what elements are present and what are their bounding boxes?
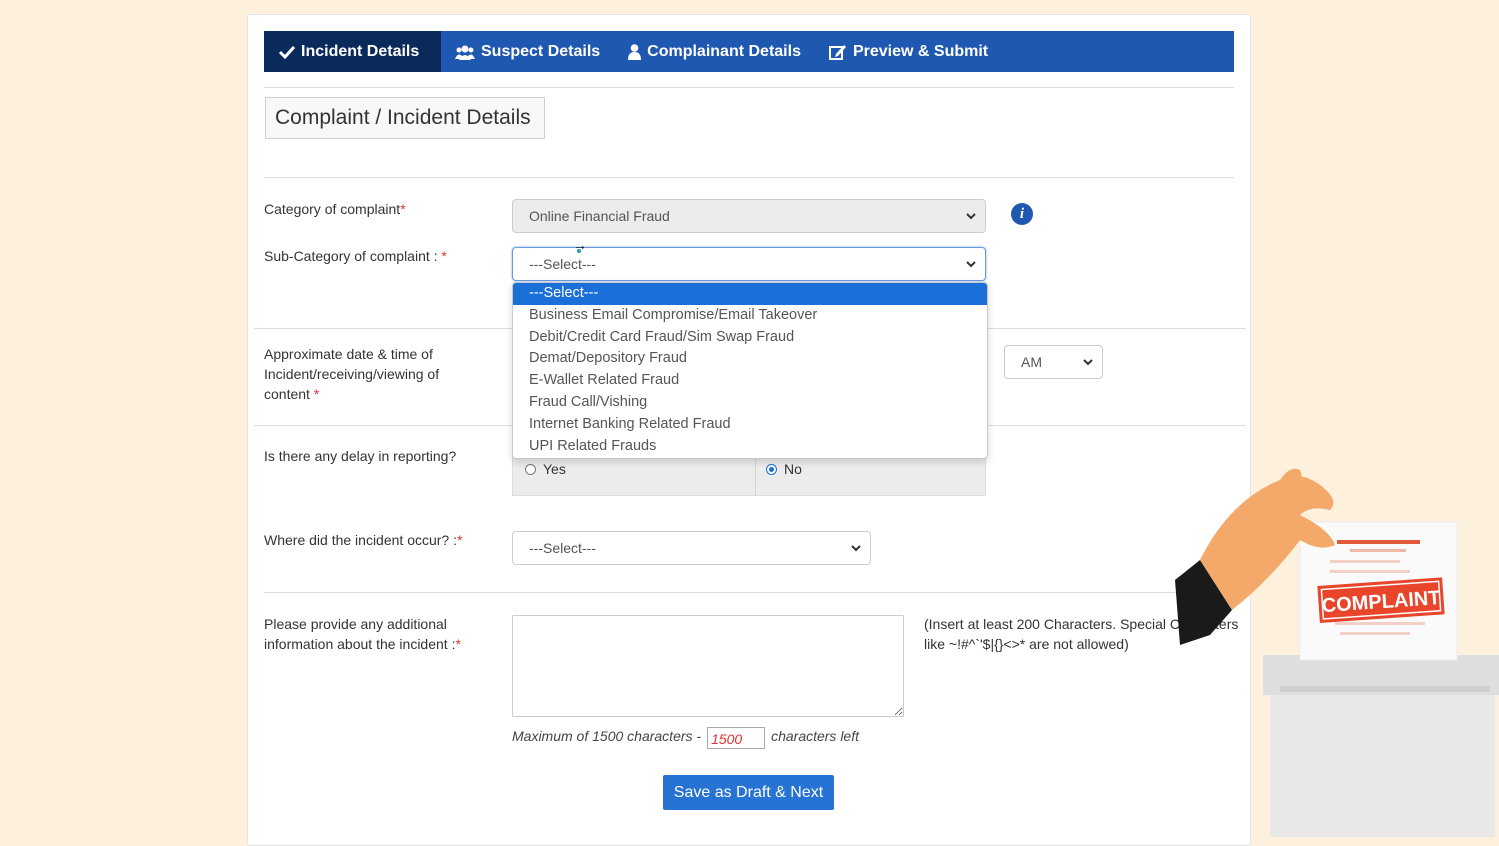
radio-label: No xyxy=(784,461,802,477)
info-icon[interactable]: i xyxy=(1011,203,1033,225)
tab-label: Incident Details xyxy=(301,42,420,60)
radio-circle-icon xyxy=(525,463,536,475)
subcategory-value: ---Select--- xyxy=(529,256,596,272)
tab-label: Complainant Details xyxy=(647,42,801,60)
divider xyxy=(264,592,1234,593)
characters-left-counter: 1500 xyxy=(707,727,766,749)
click-indicator-icon xyxy=(577,249,581,253)
dropdown-option[interactable]: Fraud Call/Vishing xyxy=(513,392,987,414)
category-value: Online Financial Fraud xyxy=(529,208,670,224)
max-suffix: characters left xyxy=(771,728,860,744)
divider xyxy=(755,456,756,496)
ampm-value: AM xyxy=(1021,354,1042,370)
location-select[interactable]: ---Select--- xyxy=(512,531,871,565)
dropdown-option[interactable]: UPI Related Frauds xyxy=(513,436,987,458)
dropdown-option[interactable]: Debit/Credit Card Fraud/Sim Swap Fraud xyxy=(513,327,987,349)
user-icon xyxy=(628,43,642,60)
tab-bar: Incident Details Suspect Details Complai… xyxy=(264,31,1234,72)
users-icon xyxy=(455,44,475,60)
delay-radio-group: Yes No xyxy=(512,455,986,496)
section-title: Complaint / Incident Details xyxy=(265,97,545,139)
subcategory-dropdown-list: ---Select--- Business Email Compromise/E… xyxy=(512,282,988,459)
ampm-select[interactable]: AM xyxy=(1004,345,1103,379)
tab-preview-submit[interactable]: Preview & Submit xyxy=(815,31,1002,72)
dropdown-option[interactable]: E-Wallet Related Fraud xyxy=(513,370,987,392)
save-draft-next-button[interactable]: Save as Draft & Next xyxy=(663,775,834,810)
check-icon xyxy=(279,45,295,59)
tab-label: Suspect Details xyxy=(481,42,601,60)
dropdown-option[interactable]: Internet Banking Related Fraud xyxy=(513,414,987,436)
chevron-down-icon xyxy=(965,209,977,225)
category-label: Category of complaint* xyxy=(264,201,406,217)
tab-label: Preview & Submit xyxy=(852,42,989,60)
divider xyxy=(264,177,1234,178)
subcategory-label: Sub-Category of complaint : * xyxy=(264,248,447,264)
location-label: Where did the incident occur? :* xyxy=(264,532,463,548)
location-value: ---Select--- xyxy=(529,540,596,556)
edit-icon xyxy=(828,44,847,60)
divider xyxy=(264,87,1234,88)
dropdown-option[interactable]: ---Select--- xyxy=(513,283,987,305)
character-limit-line: Maximum of 1500 characters - 1500 charac… xyxy=(512,723,859,749)
radio-label: Yes xyxy=(543,461,566,477)
chevron-down-icon xyxy=(1082,355,1094,371)
radio-checked-icon xyxy=(766,463,777,475)
category-select[interactable]: Online Financial Fraud xyxy=(512,199,986,233)
chevron-down-icon xyxy=(965,257,977,273)
tab-suspect-details[interactable]: Suspect Details xyxy=(441,31,614,72)
delay-label: Is there any delay in reporting? xyxy=(264,448,457,464)
dropdown-option[interactable]: Business Email Compromise/Email Takeover xyxy=(513,305,987,327)
dropdown-option[interactable]: Demat/Depository Fraud xyxy=(513,348,987,370)
tab-complainant-details[interactable]: Complainant Details xyxy=(614,31,815,72)
date-time-label: Approximate date & time of Incident/rece… xyxy=(264,346,440,402)
additional-info-textarea[interactable] xyxy=(512,615,904,717)
delay-no-radio[interactable]: No xyxy=(766,461,802,477)
max-prefix: Maximum of 1500 characters - xyxy=(512,728,702,744)
complaint-illustration: COMPLAINT xyxy=(1170,460,1499,837)
additional-info-label: Please provide any additional informatio… xyxy=(264,616,461,652)
chevron-down-icon xyxy=(850,541,862,557)
tab-incident-details[interactable]: Incident Details xyxy=(264,31,441,72)
delay-yes-radio[interactable]: Yes xyxy=(525,461,566,477)
